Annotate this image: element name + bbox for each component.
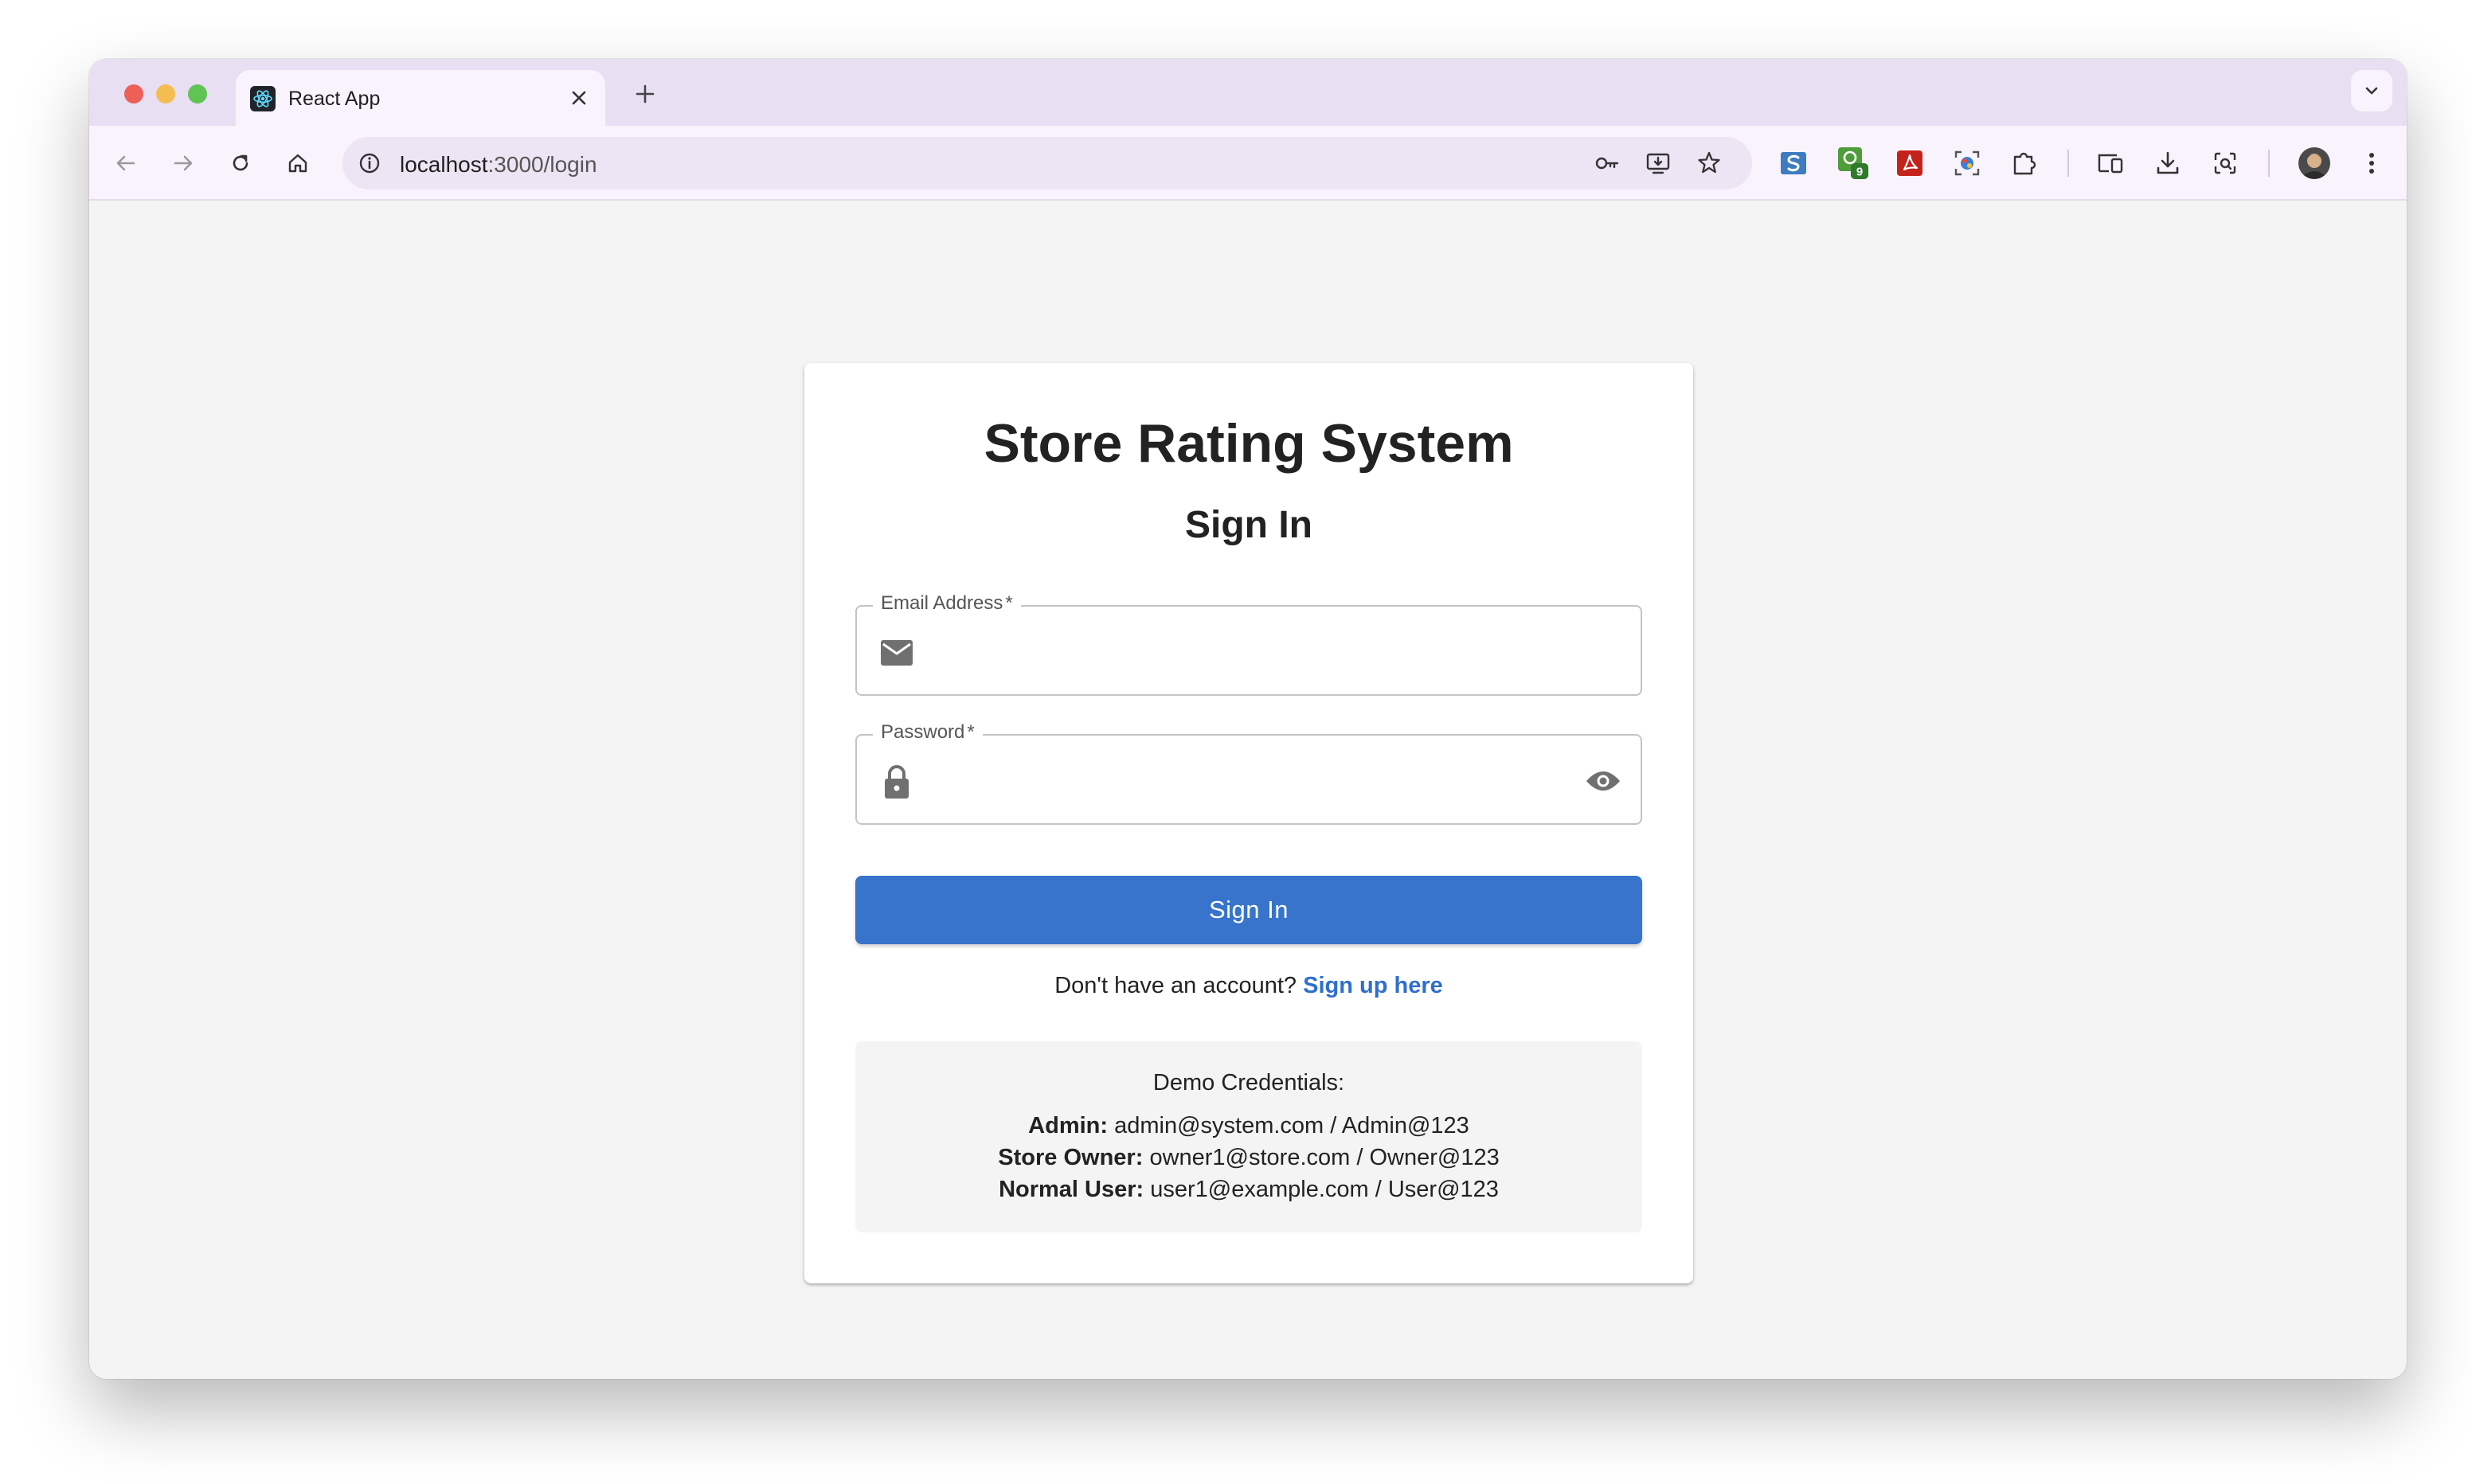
screen-capture-extension-icon[interactable] (1948, 144, 1986, 182)
demo-credentials: owner1@store.com / Owner@123 (1149, 1145, 1500, 1170)
email-input[interactable] (930, 623, 1551, 678)
reload-icon[interactable] (221, 144, 260, 182)
maximize-window-button[interactable] (188, 84, 207, 103)
email-label-text: Email Address (881, 592, 1003, 614)
eye-icon[interactable] (1583, 761, 1623, 801)
demo-credential-admin: Admin: admin@system.com / Admin@123 (855, 1113, 1642, 1139)
sign-in-button[interactable]: Sign In (855, 876, 1642, 944)
close-tab-icon[interactable] (565, 84, 593, 111)
required-mark: * (1005, 592, 1013, 614)
demo-credentials-title: Demo Credentials: (1152, 1070, 1345, 1095)
forward-arrow-icon[interactable] (164, 144, 202, 182)
password-label: Password * (873, 721, 983, 744)
required-mark: * (967, 721, 975, 743)
profile-avatar[interactable] (2295, 144, 2333, 182)
password-key-icon[interactable] (1591, 147, 1623, 179)
bookmark-star-icon[interactable] (1693, 147, 1725, 179)
install-app-icon[interactable] (1642, 147, 1674, 179)
downloads-icon[interactable] (2149, 144, 2187, 182)
demo-credentials-box: Demo Credentials: Admin: admin@system.co… (855, 1041, 1642, 1232)
password-label-text: Password (881, 721, 965, 743)
demo-credentials: user1@example.com / User@123 (1150, 1177, 1499, 1202)
close-window-button[interactable] (124, 84, 143, 103)
tab-title: React App (288, 88, 381, 110)
password-input[interactable] (930, 752, 1551, 807)
google-lens-icon[interactable] (2206, 144, 2244, 182)
browser-toolbar: localhost:3000/login 9 (89, 126, 2407, 201)
site-info-icon[interactable] (354, 147, 385, 179)
tab-react-app[interactable]: React App (236, 70, 605, 126)
password-field[interactable]: Password * (855, 721, 1642, 825)
more-menu-icon[interactable] (2353, 144, 2391, 182)
back-arrow-icon[interactable] (107, 144, 145, 182)
home-icon[interactable] (279, 144, 317, 182)
react-favicon-icon (250, 86, 276, 111)
extensions-puzzle-icon[interactable] (2005, 144, 2044, 182)
demo-role: Store Owner: (998, 1145, 1144, 1170)
demo-role: Admin: (1028, 1113, 1109, 1138)
demo-credential-normal-user: Normal User: user1@example.com / User@12… (855, 1177, 1642, 1203)
mail-icon (878, 634, 916, 672)
login-card: Store Rating System Sign In Email Addres… (804, 363, 1693, 1283)
form-subtitle: Sign In (1185, 504, 1312, 546)
signup-prompt-text: Don't have an account? (1054, 973, 1297, 998)
url-host: localhost (400, 152, 488, 177)
new-tab-icon[interactable] (628, 76, 663, 111)
sign-up-link[interactable]: Sign up here (1303, 973, 1443, 998)
minimize-window-button[interactable] (156, 84, 175, 103)
url-path: :3000/login (487, 152, 597, 177)
email-field[interactable]: Email Address * (855, 592, 1642, 696)
toolbar-separator (2268, 150, 2270, 177)
signup-prompt: Don't have an account? Sign up here (804, 973, 1693, 999)
lock-icon (878, 763, 916, 801)
pdf-extension-icon[interactable] (1891, 144, 1929, 182)
demo-credentials: admin@system.com / Admin@123 (1114, 1113, 1469, 1138)
extension-s-icon[interactable] (1774, 144, 1813, 182)
url-text: localhost:3000/login (400, 152, 597, 178)
demo-credential-store-owner: Store Owner: owner1@store.com / Owner@12… (855, 1145, 1642, 1171)
toolbar-separator (2067, 150, 2069, 177)
tab-search-chevron-down-icon[interactable] (2351, 70, 2392, 111)
extension-badge-count: 9 (1856, 166, 1863, 179)
page-content: Store Rating System Sign In Email Addres… (89, 201, 2407, 1379)
cast-media-icon[interactable] (2091, 144, 2130, 182)
email-label: Email Address * (873, 592, 1021, 615)
browser-window: React App localhost:3000/login 9 Store R… (89, 59, 2407, 1379)
extension-green-badge-icon[interactable]: 9 (1833, 144, 1872, 182)
page-title: Store Rating System (984, 413, 1514, 474)
tab-strip: React App (89, 59, 2407, 126)
address-bar[interactable]: localhost:3000/login (342, 137, 1752, 189)
demo-role: Normal User: (999, 1177, 1144, 1202)
